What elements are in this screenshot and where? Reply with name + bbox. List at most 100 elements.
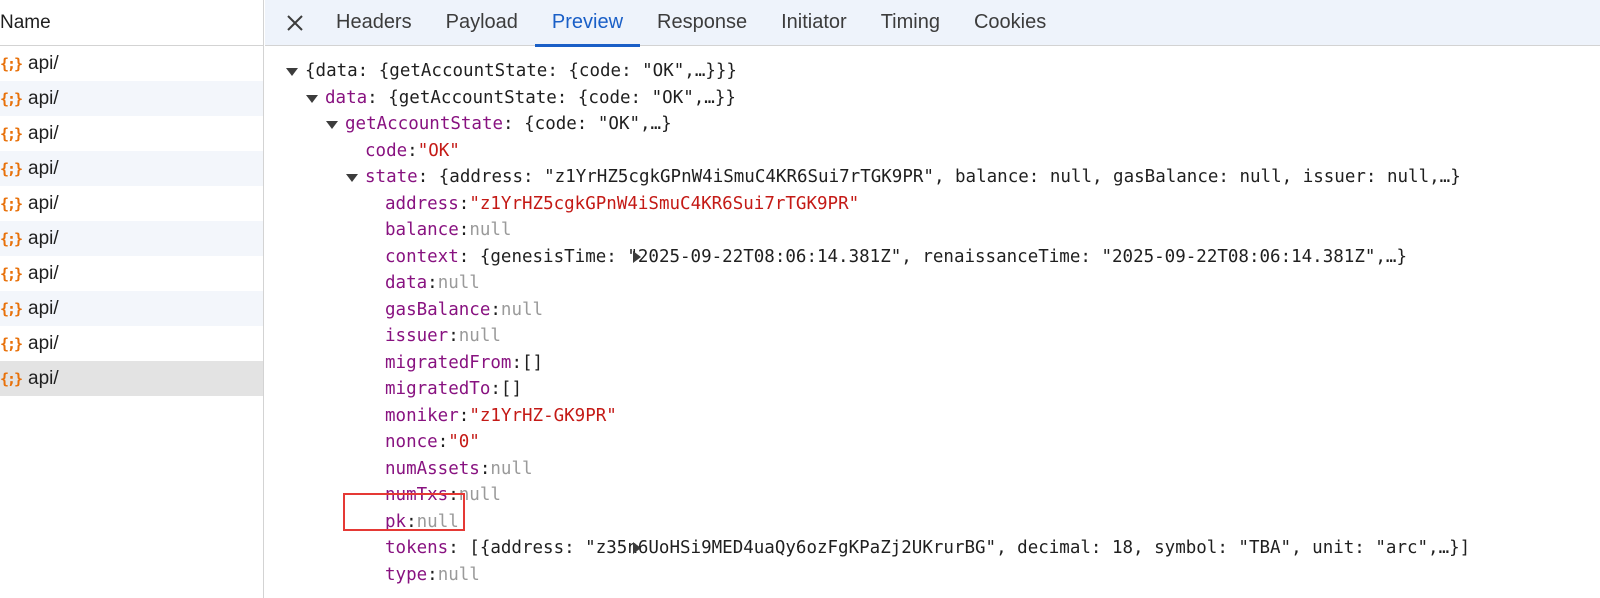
tree-value: [] — [500, 379, 522, 400]
tab-payload[interactable]: Payload — [429, 0, 535, 46]
tree-row-migratedfrom[interactable]: migratedFrom: [] — [265, 350, 1470, 377]
tab-initiator[interactable]: Initiator — [764, 0, 864, 46]
tree-key: balance — [385, 220, 459, 241]
request-row[interactable]: {;} api/ — [0, 81, 263, 116]
tree-key: data — [385, 273, 428, 294]
expand-toggle-icon[interactable] — [305, 91, 319, 105]
request-row[interactable]: {;} api/ — [0, 326, 263, 361]
tree-row-address[interactable]: address: "z1YrHZ5cgkGPnW4iSmuC4KR6Sui7rT… — [265, 191, 1470, 218]
tree-colon: : — [511, 352, 522, 373]
tree-summary: : {code: "OK",…} — [503, 114, 672, 135]
close-icon[interactable] — [271, 0, 319, 46]
tree-key: tokens — [385, 538, 449, 559]
tree-key: state — [365, 167, 418, 188]
request-name: api/ — [28, 227, 59, 249]
tree-key: code — [365, 140, 408, 161]
request-name: api/ — [28, 262, 59, 284]
request-row[interactable]: {;} api/ — [0, 116, 263, 151]
expand-toggle-icon[interactable] — [630, 541, 644, 555]
details-panel: Headers Payload Preview Response Initiat… — [265, 0, 1600, 598]
tree-value: null — [469, 220, 512, 241]
expand-toggle-icon[interactable] — [325, 117, 339, 131]
tree-colon: : — [458, 220, 470, 241]
tree-colon: : — [458, 405, 470, 426]
tree-colon: : — [427, 273, 438, 294]
tree-key: moniker — [385, 405, 459, 426]
tree-row-issuer[interactable]: issuer: null — [265, 323, 1470, 350]
tree-value: [] — [521, 352, 544, 373]
tree-colon: : — [479, 458, 491, 479]
tree-key: type — [385, 564, 428, 585]
request-name: api/ — [28, 122, 59, 144]
request-name: api/ — [28, 192, 59, 214]
name-column-header[interactable]: Name — [0, 0, 263, 46]
tree-value: null — [437, 564, 480, 585]
json-braces-icon: {;} — [0, 54, 23, 73]
json-braces-icon: {;} — [0, 89, 23, 108]
tree-summary: : [{address: "z35n6UoHSi9MED4uaQy6ozFgKP… — [448, 538, 1471, 559]
tree-row-tokens[interactable]: tokens: [{address: "z35n6UoHSi9MED4uaQy6… — [265, 535, 1470, 562]
tree-key: numAssets — [385, 458, 480, 479]
tree-key: context — [385, 246, 459, 267]
expand-toggle-icon[interactable] — [630, 250, 644, 264]
json-braces-icon: {;} — [0, 229, 23, 248]
request-name: api/ — [28, 332, 59, 354]
tree-key: migratedTo — [385, 379, 491, 400]
tab-preview[interactable]: Preview — [534, 0, 641, 47]
tree-colon: : — [427, 564, 438, 585]
root-summary: {data: {getAccountState: {code: "OK",…}}… — [305, 61, 737, 82]
json-braces-icon: {;} — [0, 299, 23, 318]
tree-row-getaccountstate[interactable]: getAccountState: {code: "OK",…} — [265, 111, 1470, 138]
expand-toggle-icon[interactable] — [345, 170, 359, 184]
request-list-panel: Name {;} api/ {;} api/ {;} api/ {;} api/ {;}… — [0, 0, 264, 598]
tab-response[interactable]: Response — [640, 0, 764, 46]
tree-row-data-field[interactable]: data: null — [265, 270, 1470, 297]
tree-row-balance[interactable]: balance: null — [265, 217, 1470, 244]
tree-row-gasbalance[interactable]: gasBalance: null — [265, 297, 1470, 324]
tree-value: null — [458, 326, 501, 347]
tree-key: getAccountState — [345, 114, 504, 135]
tree-value: null — [490, 458, 533, 479]
request-name: api/ — [28, 52, 59, 74]
tree-row-context[interactable]: context: {genesisTime: "2025-09-22T08:06… — [265, 244, 1470, 271]
tree-colon: : — [458, 193, 470, 214]
tree-row-numassets[interactable]: numAssets: null — [265, 456, 1470, 483]
tree-summary: : {genesisTime: "2025-09-22T08:06:14.381… — [458, 246, 1407, 267]
tree-row-type[interactable]: type: null — [265, 562, 1470, 589]
tree-row-moniker[interactable]: moniker: "z1YrHZ-GK9PR" — [265, 403, 1470, 430]
tree-row-root[interactable]: {data: {getAccountState: {code: "OK",…}}… — [265, 58, 1470, 85]
tree-summary: : {address: "z1YrHZ5cgkGPnW4iSmuC4KR6Sui… — [417, 167, 1461, 188]
tab-cookies[interactable]: Cookies — [957, 0, 1063, 46]
request-name: api/ — [28, 297, 59, 319]
json-braces-icon: {;} — [0, 334, 23, 353]
tree-colon: : — [407, 140, 418, 161]
tab-headers[interactable]: Headers — [319, 0, 429, 46]
tree-key: migratedFrom — [385, 352, 512, 373]
tree-key: data — [325, 87, 368, 108]
request-row[interactable]: {;} api/ — [0, 256, 263, 291]
request-row[interactable]: {;} api/ — [0, 46, 263, 81]
tree-key: address — [385, 193, 459, 214]
json-braces-icon: {;} — [0, 264, 23, 283]
request-row[interactable]: {;} api/ — [0, 151, 263, 186]
request-row[interactable]: {;} api/ — [0, 221, 263, 256]
request-row-selected[interactable]: {;} api/ — [0, 361, 263, 396]
details-tab-bar: Headers Payload Preview Response Initiat… — [265, 0, 1600, 47]
tree-value: "z1YrHZ-GK9PR" — [469, 405, 617, 426]
tree-row-code[interactable]: code: "OK" — [265, 138, 1470, 165]
tree-row-nonce[interactable]: nonce: "0" — [265, 429, 1470, 456]
tree-value: null — [437, 273, 480, 294]
request-row[interactable]: {;} api/ — [0, 291, 263, 326]
tree-row-state[interactable]: state: {address: "z1YrHZ5cgkGPnW4iSmuC4K… — [265, 164, 1470, 191]
tree-colon: : — [490, 299, 501, 320]
tree-value: "z1YrHZ5cgkGPnW4iSmuC4KR6Sui7rTGK9PR" — [469, 193, 860, 214]
expand-toggle-icon[interactable] — [285, 64, 299, 78]
tree-row-migratedto[interactable]: migratedTo: [] — [265, 376, 1470, 403]
tab-timing[interactable]: Timing — [864, 0, 957, 46]
request-row[interactable]: {;} api/ — [0, 186, 263, 221]
json-braces-icon: {;} — [0, 369, 23, 388]
tree-value: "0" — [448, 432, 480, 453]
tree-key: nonce — [385, 432, 438, 453]
json-preview-tree: {data: {getAccountState: {code: "OK",…}}… — [265, 58, 1470, 588]
tree-row-data[interactable]: data: {getAccountState: {code: "OK",…}} — [265, 85, 1470, 112]
